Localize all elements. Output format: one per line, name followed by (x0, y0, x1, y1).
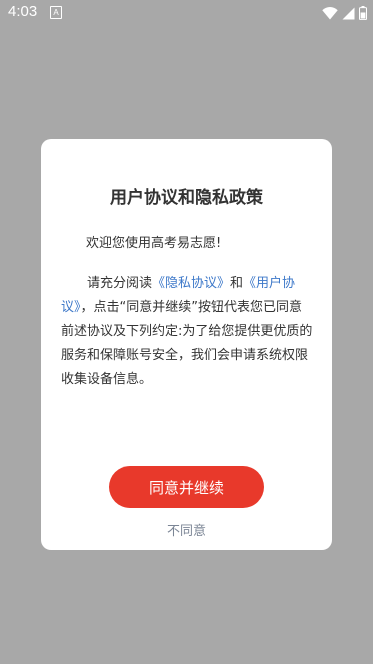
welcome-text: 欢迎您使用高考易志愿! (86, 236, 222, 251)
body-rest: ，点击“同意并继续”按钮代表您已同意前述协议及下列约定:为了给您提供更优质的服务… (61, 300, 313, 387)
cellular-signal-icon (342, 7, 355, 19)
body-intro: 请充分阅读 (87, 276, 153, 291)
dialog-title: 用户协议和隐私政策 (110, 188, 263, 208)
body-and: 和 (230, 276, 244, 291)
agreement-body: 请充分阅读《隐私协议》和《用户协议》，点击“同意并继续”按钮代表您已同意前述协议… (61, 272, 313, 392)
agreement-dialog: 用户协议和隐私政策 欢迎您使用高考易志愿! 请充分阅读《隐私协议》和《用户协议》… (41, 139, 332, 550)
screen: 4:03 A 用户协议和隐私政策 欢迎您使用高考易志愿! 请充分阅读《隐私协议》… (0, 0, 373, 664)
status-bar: 4:03 A (0, 0, 373, 26)
privacy-policy-link[interactable]: 《隐私协议》 (152, 276, 230, 291)
notification-a-icon: A (50, 6, 62, 19)
wifi-icon (322, 6, 338, 19)
disagree-button[interactable]: 不同意 (41, 520, 332, 539)
status-time: 4:03 (8, 3, 38, 20)
agree-continue-button[interactable]: 同意并继续 (109, 466, 264, 508)
status-icons (322, 5, 367, 21)
battery-icon (359, 6, 367, 20)
